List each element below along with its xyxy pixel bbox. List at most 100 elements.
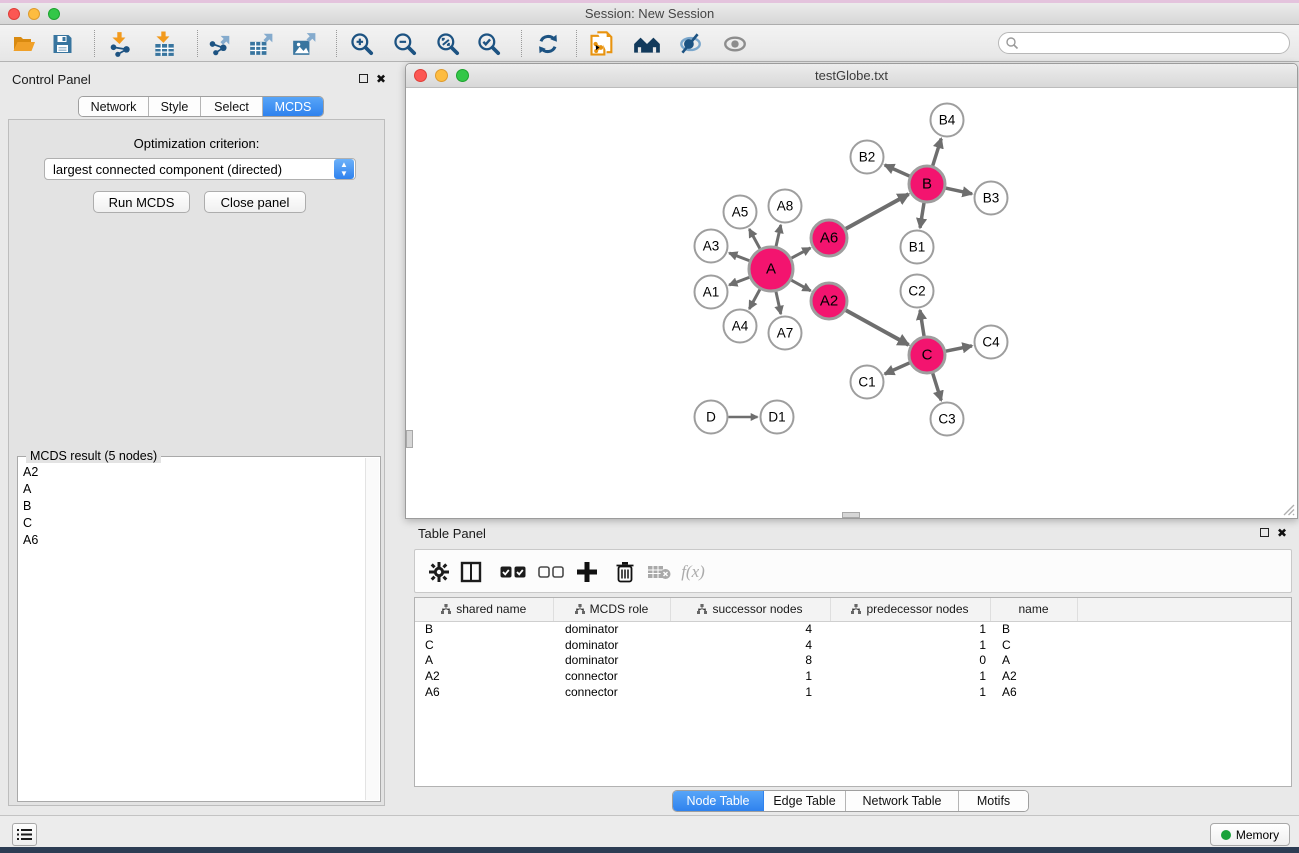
unselect-all-columns-button[interactable]: [533, 556, 569, 588]
graph-edge-C-C4[interactable]: [946, 346, 972, 351]
graph-node-A4[interactable]: A4: [724, 310, 757, 343]
tab-node-table[interactable]: Node Table: [673, 791, 764, 811]
panel-mode-button[interactable]: [455, 556, 487, 588]
table-row[interactable]: B dominator 4 1 B: [415, 621, 1291, 637]
graph-node-D[interactable]: D: [695, 401, 728, 434]
graph-edge-A-A2[interactable]: [791, 280, 810, 291]
delete-columns-button[interactable]: [609, 556, 641, 588]
new-network-from-selection-button[interactable]: [585, 28, 619, 59]
column-header-predecessor-nodes[interactable]: predecessor nodes: [830, 598, 990, 621]
graph-edge-A-A1[interactable]: [729, 277, 749, 285]
import-table-button[interactable]: [147, 28, 181, 59]
graph-node-A[interactable]: A: [749, 247, 793, 291]
zoom-in-button[interactable]: [345, 28, 379, 59]
close-panel-icon[interactable]: ✖: [376, 72, 386, 86]
graph-node-C4[interactable]: C4: [975, 326, 1008, 359]
graph-edge-C-C2[interactable]: [920, 310, 924, 336]
network-canvas[interactable]: B4B2BB3A5A8A6A3B1AA1C2A2A4A7CC4C1C3DD1: [406, 88, 1297, 518]
apply-preferred-layout-button[interactable]: [630, 28, 664, 59]
graph-node-A8[interactable]: A8: [769, 190, 802, 223]
window-resize-grip[interactable]: [1281, 502, 1295, 516]
mcds-result-list[interactable]: A2 A B C A6: [19, 463, 365, 800]
graph-node-A6[interactable]: A6: [811, 220, 847, 256]
network-graph[interactable]: B4B2BB3A5A8A6A3B1AA1C2A2A4A7CC4C1C3DD1: [406, 88, 1297, 518]
result-item[interactable]: A2: [19, 463, 365, 480]
float-panel-icon[interactable]: [359, 74, 368, 83]
graph-edge-A-A6[interactable]: [791, 248, 810, 258]
column-header-mcds-role[interactable]: MCDS role: [553, 598, 670, 621]
column-header-shared-name[interactable]: shared name: [415, 598, 553, 621]
table-row[interactable]: A2 connector 1 1 A2: [415, 668, 1291, 684]
graph-node-C2[interactable]: C2: [901, 275, 934, 308]
run-mcds-button[interactable]: Run MCDS: [93, 191, 190, 213]
result-item[interactable]: C: [19, 514, 365, 531]
graph-edge-A-A3[interactable]: [729, 253, 749, 261]
graph-node-D1[interactable]: D1: [761, 401, 794, 434]
graph-node-A1[interactable]: A1: [695, 276, 728, 309]
graph-edge-A-A7[interactable]: [776, 291, 781, 313]
graph-node-B[interactable]: B: [909, 166, 945, 202]
graph-node-B1[interactable]: B1: [901, 231, 934, 264]
delete-table-button[interactable]: [643, 556, 675, 588]
refresh-button[interactable]: [531, 28, 565, 59]
export-table-button[interactable]: [244, 28, 278, 59]
network-window-titlebar[interactable]: testGlobe.txt: [406, 64, 1297, 88]
result-scrollbar-track[interactable]: [365, 458, 379, 800]
graph-edge-A6-B[interactable]: [846, 194, 909, 229]
vertical-splitter-handle[interactable]: [406, 430, 413, 448]
graph-edge-C-C1[interactable]: [885, 363, 910, 374]
zoom-selected-button[interactable]: [472, 28, 506, 59]
column-header-name[interactable]: name: [990, 598, 1077, 621]
zoom-fit-button[interactable]: [431, 28, 465, 59]
close-table-panel-icon[interactable]: ✖: [1277, 526, 1287, 540]
export-network-button[interactable]: [202, 28, 236, 59]
horizontal-splitter-handle[interactable]: [842, 512, 860, 518]
graph-edge-B-B3[interactable]: [946, 188, 972, 194]
graph-node-B2[interactable]: B2: [851, 141, 884, 174]
optimization-criterion-dropdown[interactable]: largest connected component (directed) ▲…: [44, 158, 356, 180]
graph-node-B4[interactable]: B4: [931, 104, 964, 137]
table-row[interactable]: C dominator 4 1 C: [415, 637, 1291, 653]
tab-motifs[interactable]: Motifs: [959, 791, 1028, 811]
graph-edge-A-A4[interactable]: [749, 289, 760, 309]
graph-edge-B-B1[interactable]: [920, 203, 924, 228]
close-panel-button[interactable]: Close panel: [204, 191, 306, 213]
save-session-button[interactable]: [45, 28, 79, 59]
graph-node-A5[interactable]: A5: [724, 196, 757, 229]
task-history-button[interactable]: [12, 823, 37, 846]
zoom-out-button[interactable]: [388, 28, 422, 59]
graph-node-C1[interactable]: C1: [851, 366, 884, 399]
tab-style[interactable]: Style: [149, 97, 201, 116]
graph-edge-B-B2[interactable]: [885, 165, 910, 176]
show-graphics-details-button[interactable]: [718, 28, 752, 59]
search-field[interactable]: [998, 32, 1290, 54]
float-table-panel-icon[interactable]: [1260, 528, 1269, 537]
tab-mcds[interactable]: MCDS: [263, 97, 323, 116]
result-item[interactable]: A6: [19, 531, 365, 548]
tab-select[interactable]: Select: [201, 97, 263, 116]
select-all-columns-button[interactable]: [495, 556, 531, 588]
table-row[interactable]: A dominator 8 0 A: [415, 652, 1291, 668]
column-settings-button[interactable]: [423, 556, 455, 588]
graph-node-A2[interactable]: A2: [811, 283, 847, 319]
memory-button[interactable]: Memory: [1210, 823, 1290, 846]
graph-edge-C-C3[interactable]: [933, 373, 942, 400]
table-row[interactable]: A6 connector 1 1 A6: [415, 684, 1291, 700]
graph-edge-A-A5[interactable]: [749, 229, 760, 249]
graph-edge-A2-C[interactable]: [846, 310, 909, 345]
create-column-button[interactable]: [571, 556, 603, 588]
import-network-button[interactable]: [103, 28, 137, 59]
graph-node-A7[interactable]: A7: [769, 317, 802, 350]
graph-node-A3[interactable]: A3: [695, 230, 728, 263]
column-header-successor-nodes[interactable]: successor nodes: [670, 598, 830, 621]
export-image-button[interactable]: [287, 28, 321, 59]
open-session-button[interactable]: [7, 28, 41, 59]
function-builder-button[interactable]: f(x): [673, 556, 713, 588]
graph-edge-A-A8[interactable]: [776, 225, 781, 247]
graph-node-C[interactable]: C: [909, 337, 945, 373]
tab-edge-table[interactable]: Edge Table: [764, 791, 846, 811]
result-item[interactable]: A: [19, 480, 365, 497]
result-item[interactable]: B: [19, 497, 365, 514]
graph-edge-B-B4[interactable]: [933, 139, 942, 166]
search-input[interactable]: [1019, 34, 1289, 52]
